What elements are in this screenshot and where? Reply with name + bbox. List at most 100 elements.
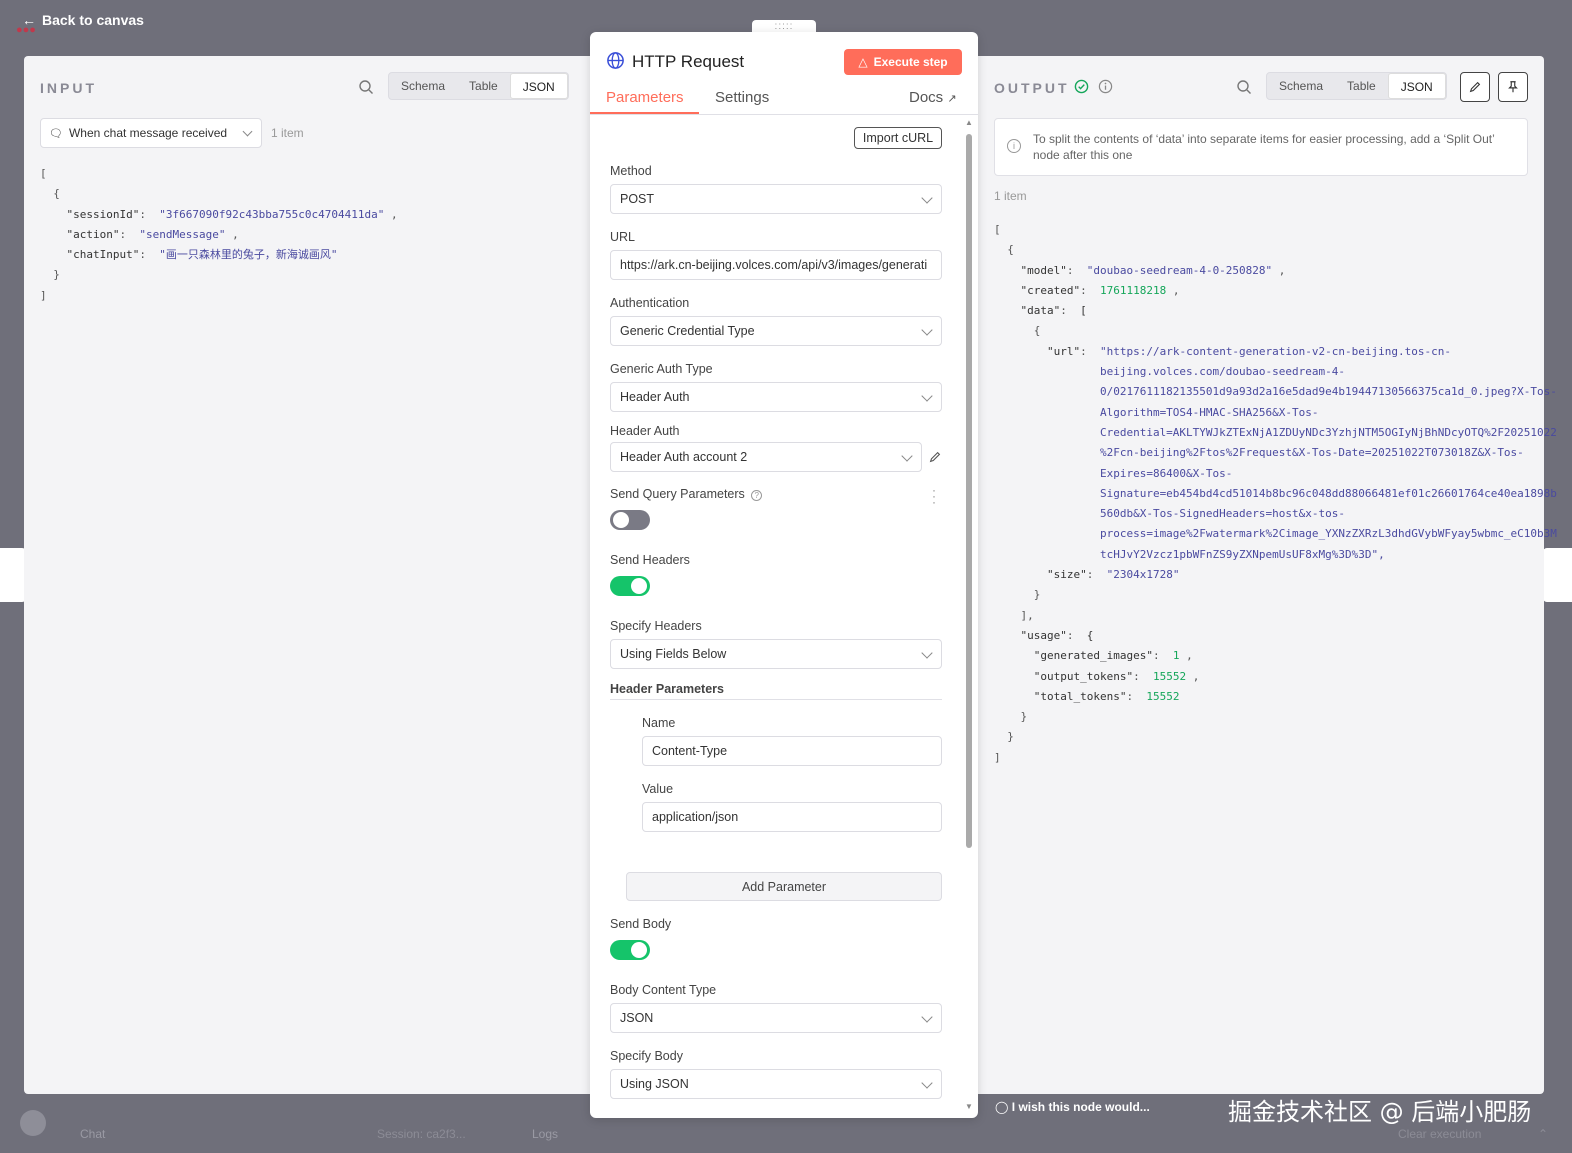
trigger-node-dropdown[interactable]: 🗨 When chat message received xyxy=(40,118,262,148)
json-line: "created": 1761118218 , xyxy=(1020,283,1180,297)
help-icon[interactable]: ? xyxy=(751,490,763,501)
send-headers-toggle[interactable] xyxy=(610,576,650,596)
param-value-label: Value xyxy=(642,782,674,796)
json-line: { xyxy=(994,243,1014,257)
watermark: 掘金技术社区 @ 后端小肥肠 xyxy=(1228,1098,1532,1126)
url-value: https://ark.cn-beijing.volces.com/api/v3… xyxy=(620,258,928,272)
split-out-hint-text: To split the contents of ‘data’ into sep… xyxy=(1033,132,1495,162)
input-view-switcher: Schema Table JSON xyxy=(388,72,569,100)
scrollbar[interactable] xyxy=(966,134,972,848)
output-item-count: 1 item xyxy=(994,189,1027,203)
json-line: "model": "doubao-seedream-4-0-250828" , xyxy=(1020,263,1286,277)
docs-label: Docs xyxy=(909,89,944,106)
json-line: "data": [ xyxy=(1020,304,1087,318)
output-json-view: [ { "model": "doubao-seedream-4-0-250828… xyxy=(994,220,1557,768)
json-line: Expires=86400&X-Tos- xyxy=(994,466,1233,480)
specify-headers-value: Using Fields Below xyxy=(620,647,727,661)
json-line: %2Fcn-beijing%2Ftos%2Frequest&X-Tos-Date… xyxy=(994,446,1524,460)
param-name-value: Content-Type xyxy=(652,744,728,758)
search-icon[interactable] xyxy=(358,79,374,95)
input-view-json[interactable]: JSON xyxy=(509,73,568,99)
output-view-json[interactable]: JSON xyxy=(1387,73,1446,99)
back-to-canvas-link[interactable]: ← Back to canvas xyxy=(22,12,144,28)
specify-body-label: Specify Body xyxy=(610,1049,683,1063)
send-query-label: Send Query Parameters ? xyxy=(610,487,763,501)
json-line: { xyxy=(40,187,60,201)
header-auth-label: Header Auth xyxy=(610,424,680,438)
specify-headers-select[interactable]: Using Fields Below xyxy=(610,639,942,669)
specify-body-value: Using JSON xyxy=(620,1077,689,1091)
output-view-schema[interactable]: Schema xyxy=(1267,73,1335,99)
json-line: } xyxy=(994,588,1041,602)
execute-step-button[interactable]: △ Execute step xyxy=(844,49,962,75)
back-label: Back to canvas xyxy=(42,12,144,28)
json-line: tcHJvY2Vzcz1pbWFnZS9yZXNpemUsUF8xMg%3D%3… xyxy=(994,547,1385,561)
body-content-type-select[interactable]: JSON xyxy=(610,1003,942,1033)
method-value: POST xyxy=(620,192,655,206)
json-line: beijing.volces.com/doubao-seedream-4- xyxy=(994,365,1345,379)
json-line: } xyxy=(40,268,60,282)
feedback-label: I wish this node would... xyxy=(1011,1100,1150,1114)
chat-tab[interactable]: Chat xyxy=(80,1127,105,1141)
tab-docs[interactable]: Docs ↗ xyxy=(909,89,957,106)
json-line: "output_tokens": 15552 , xyxy=(1033,669,1200,683)
json-line: ] xyxy=(40,288,47,302)
param-name-input[interactable]: Content-Type xyxy=(642,736,942,766)
session-label: Session: ca2f3... xyxy=(377,1127,466,1141)
add-parameter-button[interactable]: Add Parameter xyxy=(626,872,942,901)
param-value-input[interactable]: application/json xyxy=(642,802,942,832)
external-link-icon: ↗ xyxy=(947,93,957,105)
scroll-up-icon[interactable]: ▲ xyxy=(965,118,973,127)
send-body-label: Send Body xyxy=(610,917,672,931)
input-json-view: [ { "sessionId": "3f667090f92c43bba755c0… xyxy=(40,164,398,306)
json-line: } xyxy=(994,730,1014,744)
chevron-down-icon xyxy=(242,126,253,137)
authentication-select[interactable]: Generic Credential Type xyxy=(610,316,942,346)
generic-auth-type-label: Generic Auth Type xyxy=(610,362,713,376)
input-item-count: 1 item xyxy=(271,126,304,140)
header-auth-select[interactable]: Header Auth account 2 xyxy=(610,442,922,472)
chevron-down-icon xyxy=(901,450,913,462)
generic-auth-type-select[interactable]: Header Auth xyxy=(610,382,942,412)
feedback-link[interactable]: ◯ I wish this node would... xyxy=(995,1100,1150,1114)
url-input[interactable]: https://ark.cn-beijing.volces.com/api/v3… xyxy=(610,250,942,280)
footer-bar: Chat Session: ca2f3... Logs ◯ I wish thi… xyxy=(0,1094,1572,1153)
chevron-down-icon xyxy=(921,1011,933,1023)
node-title[interactable]: HTTP Request xyxy=(632,52,744,72)
info-icon[interactable] xyxy=(1098,79,1113,94)
header-auth-value: Header Auth account 2 xyxy=(620,450,748,464)
execute-step-label: Execute step xyxy=(873,55,948,69)
chat-bubbles-icon: 🗨 xyxy=(49,127,63,140)
trigger-node-label: When chat message received xyxy=(68,126,228,140)
more-options-icon[interactable]: · · · xyxy=(932,484,936,508)
avatar[interactable] xyxy=(20,1110,46,1136)
logs-tab[interactable]: Logs xyxy=(532,1127,558,1141)
tabs-divider xyxy=(590,114,978,115)
tab-parameters[interactable]: Parameters xyxy=(606,89,684,106)
pin-output-button[interactable] xyxy=(1498,72,1528,102)
method-select[interactable]: POST xyxy=(610,184,942,214)
output-search-icon[interactable] xyxy=(1236,79,1252,95)
json-line: 0/0217611182135501d9a93d2a16e5dad9e4b194… xyxy=(994,385,1557,399)
send-body-toggle[interactable] xyxy=(610,940,650,960)
output-view-switcher: Schema Table JSON xyxy=(1266,72,1447,100)
edit-credential-icon[interactable] xyxy=(928,450,942,464)
chevron-up-icon[interactable]: ⌃ xyxy=(1538,1127,1548,1141)
lightbulb-icon: ◯ xyxy=(995,1100,1009,1114)
input-view-schema[interactable]: Schema xyxy=(389,73,457,99)
pin-icon xyxy=(1508,81,1518,93)
send-query-toggle[interactable] xyxy=(610,510,650,530)
json-line: Credential=AKLTYWJkZTExNjA1ZDUyNDc3YzhjN… xyxy=(994,425,1557,439)
header-parameters-divider xyxy=(610,699,942,700)
chat-toggle-tab[interactable] xyxy=(0,548,26,602)
output-view-table[interactable]: Table xyxy=(1335,73,1388,99)
json-line: "url": "https://ark-content-generation-v… xyxy=(1046,344,1451,358)
tab-settings[interactable]: Settings xyxy=(715,89,769,106)
clear-execution-button[interactable]: Clear execution xyxy=(1398,1127,1481,1141)
chevron-down-icon xyxy=(921,647,933,659)
edit-output-button[interactable] xyxy=(1460,72,1490,102)
json-line: "total_tokens": 15552 xyxy=(1033,689,1180,703)
import-curl-button[interactable]: Import cURL xyxy=(854,127,942,149)
param-value-value: application/json xyxy=(652,810,739,824)
input-view-table[interactable]: Table xyxy=(457,73,510,99)
